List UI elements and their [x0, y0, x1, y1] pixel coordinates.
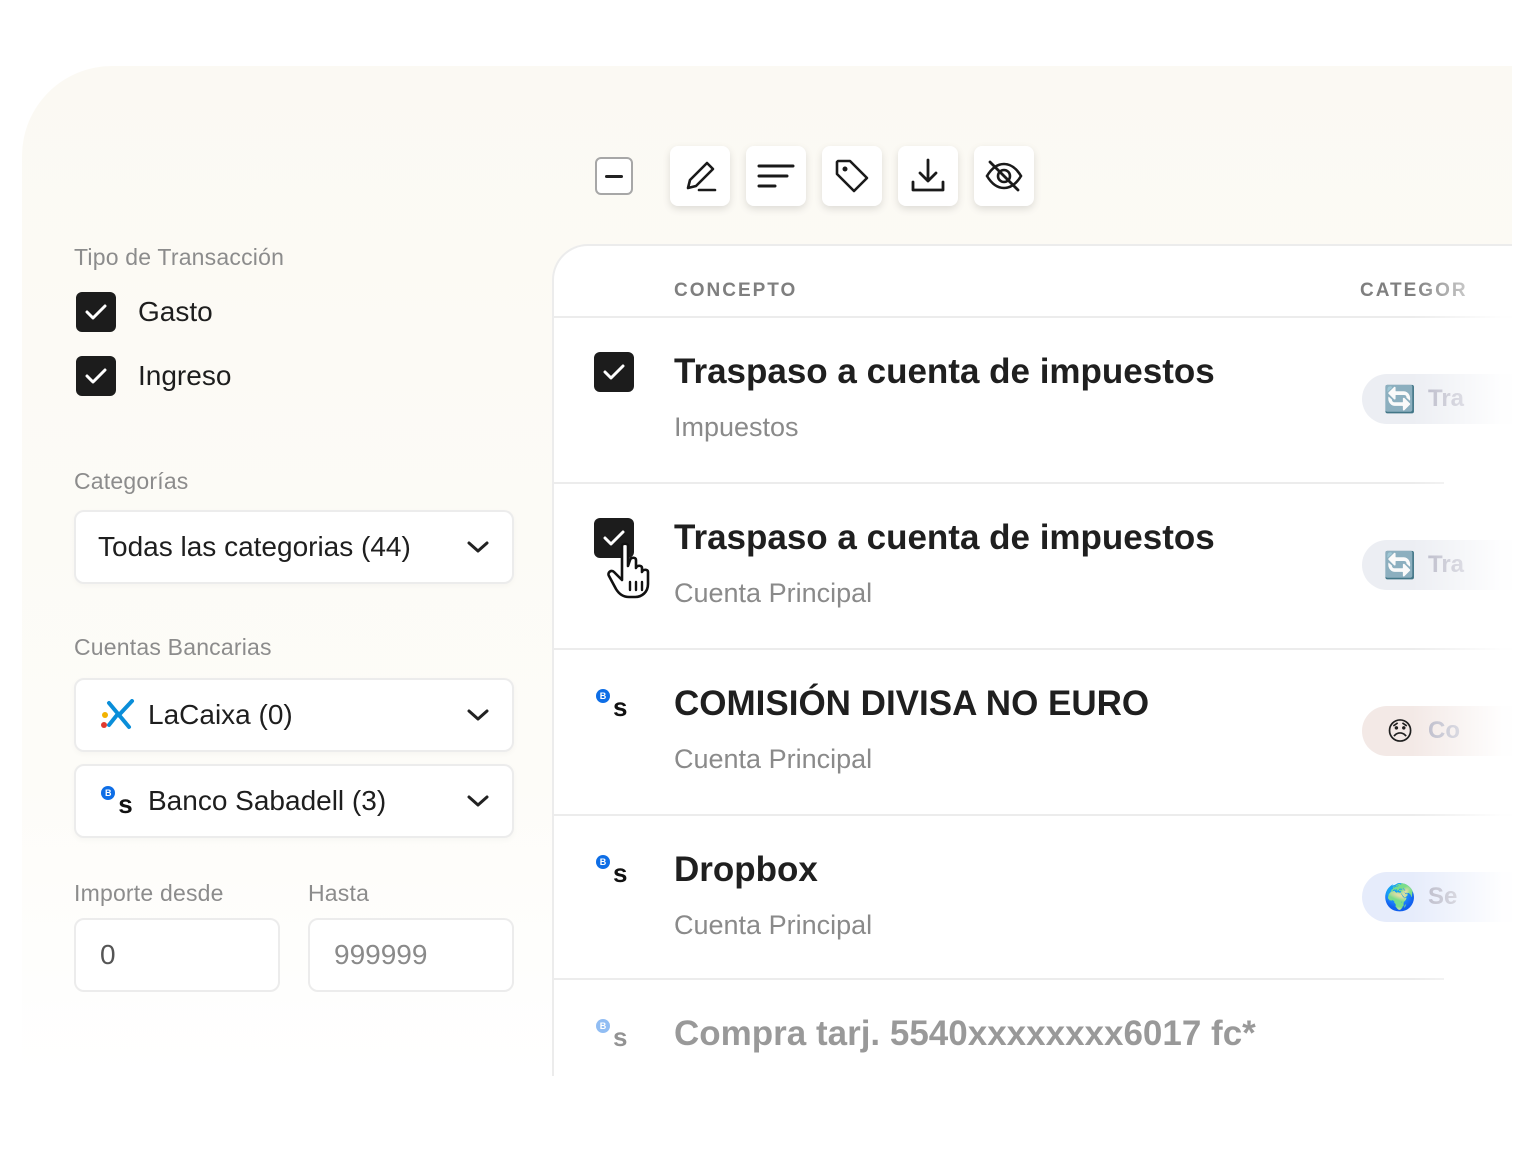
hide-button[interactable]	[974, 146, 1034, 206]
filter-gasto[interactable]: Gasto	[76, 292, 213, 332]
amount-from-label: Importe desde	[74, 880, 224, 906]
row-title: Traspaso a cuenta de impuestos	[674, 518, 1215, 557]
sort-lines-icon	[757, 164, 795, 188]
amount-to-label: Hasta	[308, 880, 370, 906]
tag-icon	[835, 159, 869, 193]
category-pill[interactable]: 🔄 Tra	[1362, 540, 1512, 590]
download-icon	[911, 158, 945, 192]
lacaixa-select[interactable]: LaCaixa (0)	[74, 678, 514, 752]
sabadell-bs-icon: Bs	[98, 783, 136, 819]
table-row[interactable]: Traspaso a cuenta de impuestos Cuenta Pr…	[554, 484, 1512, 649]
transfer-arrows-icon: 🔄	[1383, 383, 1417, 414]
row-checkbox[interactable]	[594, 352, 634, 392]
sort-button[interactable]	[746, 146, 806, 206]
filter-ingreso[interactable]: Ingreso	[76, 356, 231, 396]
row-subtitle: Impuestos	[674, 412, 799, 442]
select-all-minus-checkbox[interactable]	[595, 157, 633, 195]
categories-value: Todas las categorias (44)	[98, 531, 411, 562]
lacaixa-star-icon	[98, 697, 136, 733]
globe-icon: 🌍	[1383, 881, 1417, 912]
row-title: Traspaso a cuenta de impuestos	[674, 352, 1215, 391]
category-pill[interactable]: 🔄 Tra	[1362, 374, 1512, 424]
sabadell-bs-icon: Bs	[596, 688, 627, 720]
bank-accounts-label: Cuentas Bancarias	[74, 634, 272, 660]
transactions-table: CONCEPTO CATEGOR Traspaso a cuenta de im…	[552, 244, 1512, 1076]
amount-to-input[interactable]: 999999	[308, 918, 514, 992]
categories-label: Categorías	[74, 468, 189, 494]
category-text: Se	[1428, 883, 1458, 910]
sabadell-select[interactable]: Bs Banco Sabadell (3)	[74, 764, 514, 838]
chevron-down-icon	[467, 541, 489, 553]
row-title: Compra tarj. 5540xxxxxxxx6017 fc*	[674, 1014, 1256, 1053]
row-subtitle: Cuenta Principal	[674, 744, 873, 774]
chevron-down-icon	[467, 795, 489, 807]
row-title: COMISIÓN DIVISA NO EURO	[674, 684, 1150, 723]
gasto-checkbox[interactable]	[76, 292, 116, 332]
category-text: Tra	[1428, 385, 1465, 412]
row-subtitle: Cuenta Principal	[674, 578, 873, 608]
table-row[interactable]: Traspaso a cuenta de impuestos Impuestos…	[554, 318, 1512, 483]
download-button[interactable]	[898, 146, 958, 206]
lacaixa-label: LaCaixa (0)	[148, 699, 293, 730]
edit-button[interactable]	[670, 146, 730, 206]
row-title: Dropbox	[674, 850, 818, 889]
row-subtitle: Cuenta Principal	[674, 910, 873, 940]
categories-select[interactable]: Todas las categorias (44)	[74, 510, 514, 584]
category-pill[interactable]: 🌍 Se	[1362, 872, 1512, 922]
gasto-label: Gasto	[138, 296, 213, 327]
tag-button[interactable]	[822, 146, 882, 206]
category-pill[interactable]: 😞 Co	[1362, 706, 1512, 756]
table-row[interactable]: Bs Compra tarj. 5540xxxxxxxx6017 fc*	[554, 980, 1512, 1076]
category-text: Co	[1428, 717, 1460, 744]
transfer-arrows-icon: 🔄	[1383, 549, 1417, 580]
check-icon	[85, 304, 107, 320]
eye-off-icon	[985, 160, 1023, 192]
hand-pointer-cursor-icon	[607, 542, 650, 599]
chevron-down-icon	[467, 709, 489, 721]
minus-checkbox-icon	[605, 174, 623, 178]
edit-pen-icon	[686, 161, 717, 192]
table-row[interactable]: Bs Dropbox Cuenta Principal 🌍 Se	[554, 816, 1512, 981]
check-icon	[85, 368, 107, 384]
category-header: CATEGOR	[1360, 280, 1468, 301]
sabadell-bs-icon: Bs	[596, 854, 627, 886]
concept-header: CONCEPTO	[674, 280, 798, 301]
sabadell-bs-icon: Bs	[596, 1018, 627, 1050]
sabadell-label: Banco Sabadell (3)	[148, 785, 387, 816]
category-text: Tra	[1428, 551, 1465, 578]
ingreso-checkbox[interactable]	[76, 356, 116, 396]
transaction-type-label: Tipo de Transacción	[74, 244, 285, 270]
sad-face-icon: 😞	[1386, 715, 1414, 746]
table-row[interactable]: Bs COMISIÓN DIVISA NO EURO Cuenta Princi…	[554, 650, 1512, 815]
amount-from-input[interactable]: 0	[74, 918, 280, 992]
ingreso-label: Ingreso	[138, 360, 232, 391]
app-panel: Tipo de Transacción Gasto Ingreso Catego…	[22, 66, 1512, 1076]
check-icon	[603, 364, 625, 380]
